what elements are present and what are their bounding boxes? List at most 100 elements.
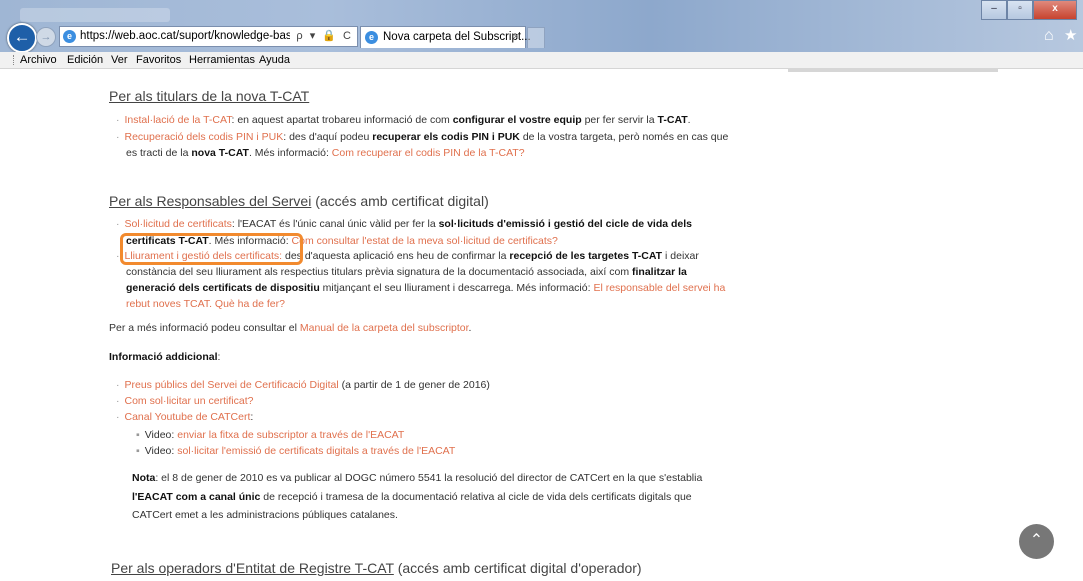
link-recuperar-pin[interactable]: Com recuperar el codis PIN de la T-CAT? bbox=[332, 147, 525, 159]
section-operadors-title: Per als operadors d'Entitat de Registre … bbox=[111, 560, 642, 576]
section-responsables-subtitle: (accés amb certificat digital) bbox=[311, 193, 489, 209]
text-bold: recuperar els codis PIN i PUK bbox=[372, 131, 520, 143]
text: Per a més informació podeu consultar el bbox=[109, 322, 300, 334]
section-operadors-heading: Per als operadors d'Entitat de Registre … bbox=[111, 560, 394, 576]
home-icon[interactable]: ⌂ bbox=[1044, 27, 1054, 45]
close-window-button[interactable]: x bbox=[1033, 0, 1077, 20]
bullet: ▪ bbox=[136, 445, 140, 457]
bullet: ▪ bbox=[136, 429, 140, 441]
bullet: · bbox=[116, 131, 120, 143]
text-bold: Nota bbox=[132, 472, 156, 484]
link-manual-carpeta[interactable]: Manual de la carpeta del subscriptor bbox=[300, 322, 469, 334]
text: (a partir de 1 de gener de 2016) bbox=[338, 379, 490, 391]
highlight-annotation bbox=[120, 233, 303, 265]
list-item: ▪ Video: sol·licitar l'emissió de certifi… bbox=[136, 443, 455, 460]
link-recuperacio-pin-puk[interactable]: Recuperació dels codis PIN i PUK bbox=[125, 131, 284, 143]
section-operadors-subtitle: (accés amb certificat digital d'operador… bbox=[393, 560, 642, 576]
maximize-button[interactable]: ▫ bbox=[1007, 0, 1033, 20]
list-item-continuation: rebut noves TCAT. Què ha de fer? bbox=[126, 296, 285, 313]
text: des d'aquesta aplicació ens heu de confi… bbox=[282, 250, 510, 262]
note-line: CATCert emet a les administracions públi… bbox=[132, 507, 398, 524]
list-item: · Sol·licitud de certificats: l'EACAT és … bbox=[116, 216, 692, 233]
link-installacio-tcat[interactable]: Instal·lació de la T-CAT bbox=[125, 114, 232, 126]
bullet: · bbox=[116, 114, 120, 126]
menu-favoritos[interactable]: Favoritos bbox=[136, 52, 181, 68]
list-item-continuation: constància del seu lliurament als respec… bbox=[126, 264, 687, 281]
text-bold: T-CAT bbox=[657, 114, 688, 126]
forward-button[interactable]: → bbox=[36, 27, 56, 47]
link-sollicitud-certificats[interactable]: Sol·licitud de certificats bbox=[125, 218, 232, 230]
list-item-continuation: es tracti de la nova T-CAT. Més informac… bbox=[126, 145, 525, 162]
link-noves-tcat[interactable]: rebut noves TCAT. Què ha de fer? bbox=[126, 298, 285, 310]
url-text[interactable]: https://web.aoc.cat/suport/knowledge-bas… bbox=[80, 27, 290, 46]
menu-ver[interactable]: Ver bbox=[111, 52, 128, 68]
address-bar[interactable]: e https://web.aoc.cat/suport/knowledge-b… bbox=[59, 26, 358, 47]
section-titulars-title: Per als titulars de la nova T-CAT bbox=[109, 88, 309, 104]
new-tab-button[interactable] bbox=[527, 27, 545, 48]
text: mitjançant el seu lliurament i descarreg… bbox=[319, 282, 594, 294]
manual-paragraph: Per a més informació podeu consultar el … bbox=[109, 320, 471, 337]
bullet: · bbox=[116, 250, 120, 262]
text-bold: generació dels certificats de dispositiu bbox=[126, 282, 320, 294]
window-controls: – ▫ x bbox=[981, 0, 1077, 20]
bullet: · bbox=[116, 411, 120, 423]
menu-herramientas[interactable]: Herramientas bbox=[189, 52, 255, 68]
list-item: · Recuperació dels codis PIN i PUK: des d… bbox=[116, 129, 728, 146]
section-responsables-heading: Per als Responsables del Servei bbox=[109, 193, 312, 209]
blurred-tab[interactable] bbox=[20, 8, 170, 22]
link-video-fitxa[interactable]: enviar la fitxa de subscriptor a través … bbox=[177, 429, 404, 441]
text: Video: bbox=[144, 429, 178, 441]
bullet: · bbox=[116, 395, 120, 407]
favorites-star-icon[interactable]: ★ bbox=[1064, 26, 1077, 44]
link-video-emissio[interactable]: sol·licitar l'emissió de certificats dig… bbox=[177, 445, 455, 457]
additional-info-heading: Informació addicional: bbox=[109, 349, 220, 366]
text-bold: nova T-CAT bbox=[191, 147, 249, 159]
tab-close-icon[interactable]: × bbox=[513, 27, 519, 47]
tab-title[interactable]: Nova carpeta del Subscript... bbox=[383, 27, 531, 47]
note-line: Nota: el 8 de gener de 2010 es va public… bbox=[132, 470, 702, 487]
menu-ayuda[interactable]: Ayuda bbox=[259, 52, 290, 68]
text-bold: recepció de les targetes T-CAT bbox=[509, 250, 663, 262]
text: Video: bbox=[144, 445, 178, 457]
list-item: · Canal Youtube de CATCert: bbox=[116, 409, 253, 426]
bullet: · bbox=[116, 379, 120, 391]
text: . Més informació: bbox=[248, 147, 332, 159]
link-consultar-estat-sollicitud[interactable]: Com consultar l'estat de la meva sol·lic… bbox=[292, 235, 558, 247]
menu-archivo[interactable]: Archivo bbox=[20, 52, 57, 68]
section-responsables-title: Per als Responsables del Servei (accés a… bbox=[109, 193, 489, 209]
text: per fer servir la bbox=[581, 114, 658, 126]
text: de recepció i tramesa de la documentació… bbox=[260, 491, 692, 503]
text: CATCert emet a les administracions públi… bbox=[132, 509, 398, 521]
scroll-to-top-button[interactable]: ⌃ bbox=[1019, 524, 1054, 559]
text: : des d'aquí podeu bbox=[283, 131, 373, 143]
text-bold: sol·licituds d'emissió i gestió del cicl… bbox=[438, 218, 693, 230]
text-bold: l'EACAT com a canal únic bbox=[132, 491, 261, 503]
text: : l'EACAT és l'únic canal únic vàlid per… bbox=[231, 218, 439, 230]
link-preus-publics[interactable]: Preus públics del Servei de Certificació… bbox=[125, 379, 339, 391]
ie-page-icon: e bbox=[63, 30, 76, 43]
section-titulars-heading: Per als titulars de la nova T-CAT bbox=[109, 88, 310, 104]
list-item: ▪ Video: enviar la fitxa de subscriptor a… bbox=[136, 427, 404, 444]
text: i deixar bbox=[662, 250, 699, 262]
address-tools-icons[interactable]: ρ ▾ 🔒 C bbox=[296, 27, 353, 46]
menu-edicion[interactable]: Edición bbox=[67, 52, 103, 68]
tab-nova-carpeta[interactable]: e Nova carpeta del Subscript... × bbox=[360, 26, 531, 48]
list-item-continuation: generació dels certificats de dispositiu… bbox=[126, 280, 725, 297]
list-item: · Instal·lació de la T-CAT: en aquest apa… bbox=[116, 112, 691, 129]
minimize-button[interactable]: – bbox=[981, 0, 1007, 20]
text: : bbox=[217, 351, 221, 363]
text: . bbox=[468, 322, 472, 334]
link-canal-youtube[interactable]: Canal Youtube de CATCert bbox=[125, 411, 251, 423]
text: constància del seu lliurament als respec… bbox=[126, 266, 633, 278]
back-button[interactable]: ← bbox=[7, 23, 37, 53]
text: de la vostra targeta, però només en cas … bbox=[519, 131, 729, 143]
page-content: Per als titulars de la nova T-CAT · Insta… bbox=[0, 68, 1083, 581]
text: : bbox=[250, 411, 254, 423]
list-item: · Com sol·licitar un certificat? bbox=[116, 393, 253, 410]
list-item: · Preus públics del Servei de Certificaci… bbox=[116, 377, 490, 394]
link-com-sollicitar[interactable]: Com sol·licitar un certificat? bbox=[125, 395, 254, 407]
text-bold: configurar el vostre equip bbox=[452, 114, 582, 126]
text: : el 8 de gener de 2010 es va publicar a… bbox=[155, 472, 703, 484]
ie-tab-icon: e bbox=[365, 31, 378, 44]
link-responsable-servei[interactable]: El responsable del servei ha bbox=[593, 282, 725, 294]
